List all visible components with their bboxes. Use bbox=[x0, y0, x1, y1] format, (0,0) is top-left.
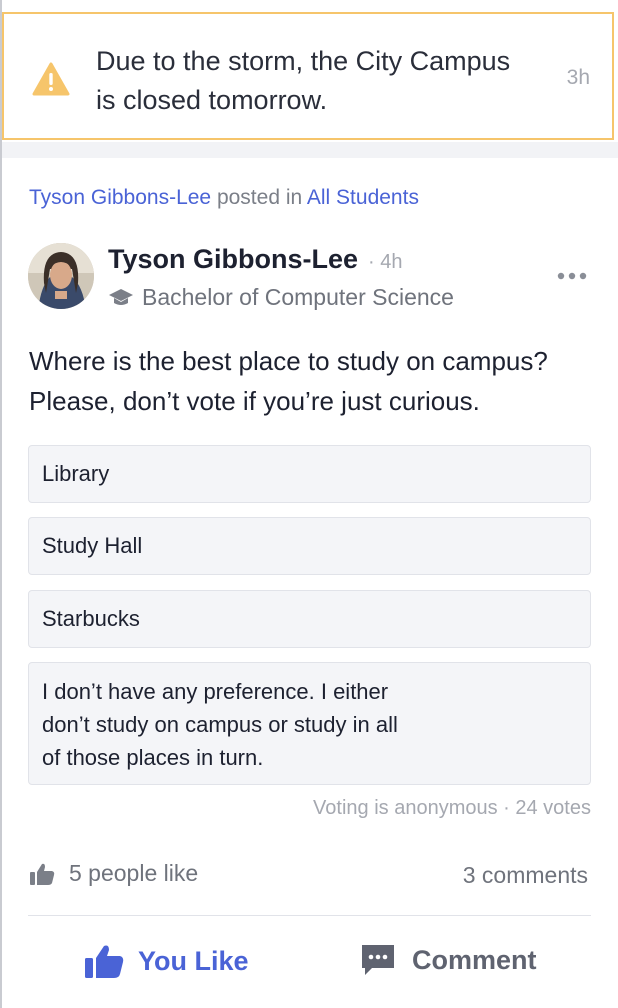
poll-option-starbucks[interactable]: Starbucks bbox=[28, 590, 591, 648]
storm-alert-banner[interactable]: Due to the storm, the City Campus is clo… bbox=[2, 12, 614, 140]
warning-icon bbox=[32, 62, 70, 96]
degree-label: Bachelor of Computer Science bbox=[142, 283, 454, 310]
poll-option-no-preference[interactable]: I don’t have any preference. I either do… bbox=[28, 662, 591, 785]
post-context-line: Tyson Gibbons-Lee posted in All Students bbox=[29, 186, 419, 210]
likes-summary[interactable]: 5 people like bbox=[29, 860, 198, 887]
group-link[interactable]: All Students bbox=[307, 186, 419, 209]
author-degree: Bachelor of Computer Science bbox=[108, 282, 454, 312]
like-button[interactable]: You Like bbox=[84, 943, 249, 979]
poll-meta: Voting is anonymous · 24 votes bbox=[313, 797, 591, 819]
question-line-2: Please, don’t vote if you’re just curiou… bbox=[29, 386, 480, 416]
option-line-2: don’t study on campus or study in all bbox=[42, 712, 398, 737]
thumbs-up-icon bbox=[30, 863, 55, 885]
avatar-image bbox=[28, 243, 94, 309]
likes-count: 5 people like bbox=[69, 860, 199, 886]
time-separator: · bbox=[368, 251, 375, 273]
comments-count[interactable]: 3 comments bbox=[463, 862, 588, 889]
more-options-icon[interactable] bbox=[556, 266, 588, 286]
poll-question: Where is the best place to study on camp… bbox=[29, 341, 599, 421]
question-line-1: Where is the best place to study on camp… bbox=[29, 346, 548, 376]
avatar[interactable] bbox=[28, 243, 94, 309]
poll-option-library[interactable]: Library bbox=[28, 445, 591, 503]
graduation-cap-icon bbox=[109, 289, 133, 305]
poster-link[interactable]: Tyson Gibbons-Lee bbox=[29, 186, 211, 209]
post-time-value: 4h bbox=[380, 251, 403, 273]
comment-button[interactable]: Comment bbox=[360, 943, 537, 977]
posted-in-text: posted in bbox=[216, 186, 303, 209]
alert-line-1: Due to the storm, the City Campus bbox=[96, 46, 511, 76]
author-name[interactable]: Tyson Gibbons-Lee bbox=[108, 244, 358, 275]
alert-message: Due to the storm, the City Campus is clo… bbox=[96, 42, 546, 120]
thumbs-up-icon bbox=[85, 945, 124, 978]
divider bbox=[28, 915, 591, 916]
alert-timestamp: 3h bbox=[566, 66, 590, 89]
alert-line-2: is closed tomorrow. bbox=[96, 85, 328, 115]
like-button-label: You Like bbox=[138, 945, 249, 976]
section-separator bbox=[2, 142, 618, 158]
comment-icon bbox=[362, 945, 394, 975]
comment-button-label: Comment bbox=[412, 944, 537, 975]
option-line-3: of those places in turn. bbox=[42, 745, 264, 770]
option-line-1: I don’t have any preference. I either bbox=[42, 679, 389, 704]
post-timestamp: · 4h bbox=[368, 251, 402, 274]
poll-option-study-hall[interactable]: Study Hall bbox=[28, 517, 591, 575]
